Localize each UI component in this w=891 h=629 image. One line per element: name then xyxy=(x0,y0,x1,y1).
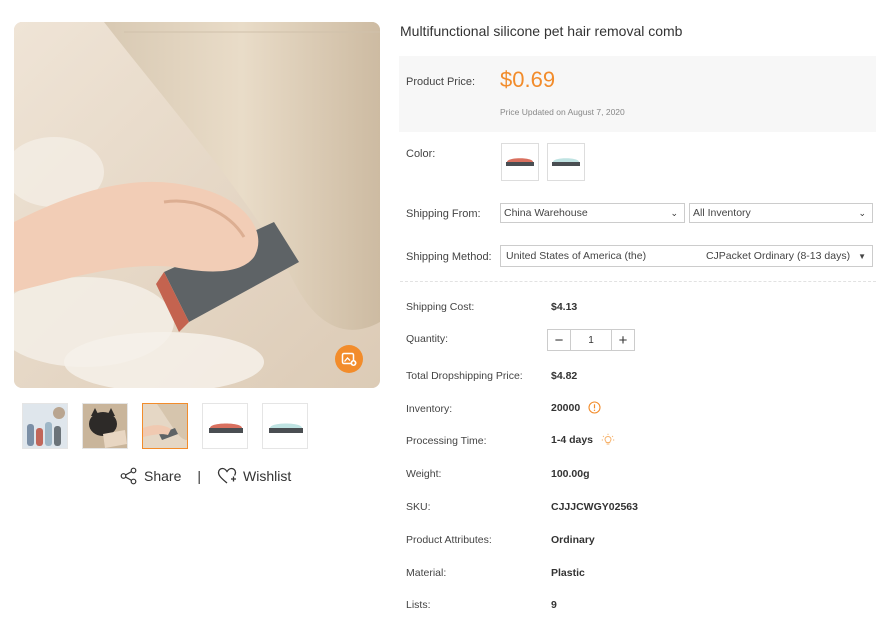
inventory-row: 20000 xyxy=(551,401,601,414)
shipping-from-value: China Warehouse xyxy=(504,207,588,219)
shipping-from-select[interactable]: China Warehouse ⌄ xyxy=(500,203,685,223)
lists-label: Lists: xyxy=(406,599,431,611)
product-attributes-value: Ordinary xyxy=(551,534,595,546)
color-swatch-image xyxy=(552,158,580,166)
material-value: Plastic xyxy=(551,567,585,579)
thumbnail-5[interactable] xyxy=(262,403,308,449)
processing-time-row: 1-4 days xyxy=(551,433,615,447)
share-wishlist-row: Share | Wishlist xyxy=(120,466,291,486)
thumbnail-image xyxy=(23,404,67,448)
thumbnail-image xyxy=(203,404,247,448)
total-price-label: Total Dropshipping Price: xyxy=(406,370,523,382)
caret-down-icon: ▼ xyxy=(858,251,866,261)
color-label: Color: xyxy=(406,148,436,160)
share-label: Share xyxy=(144,468,182,484)
divider xyxy=(400,281,876,282)
product-attributes-label: Product Attributes: xyxy=(406,534,492,546)
color-swatch-image xyxy=(506,158,534,166)
quantity-increase-button[interactable]: + xyxy=(612,330,634,350)
processing-time-label: Processing Time: xyxy=(406,435,487,447)
wishlist-button[interactable]: Wishlist xyxy=(217,467,291,485)
shipping-cost-label: Shipping Cost: xyxy=(406,301,475,313)
color-swatch-red[interactable] xyxy=(501,143,539,181)
inventory-select[interactable]: All Inventory ⌄ xyxy=(689,203,873,223)
inventory-select-value: All Inventory xyxy=(693,207,751,219)
share-button[interactable]: Share xyxy=(120,467,181,485)
thumbnail-4[interactable] xyxy=(202,403,248,449)
inventory-label: Inventory: xyxy=(406,403,453,415)
thumbnail-1[interactable] xyxy=(22,403,68,449)
sku-value: CJJJCWGY02563 xyxy=(551,501,638,513)
main-product-image[interactable] xyxy=(14,22,380,388)
material-label: Material: xyxy=(406,567,447,579)
processing-time-value: 1-4 days xyxy=(551,434,594,446)
color-swatch-blue[interactable] xyxy=(547,143,585,181)
quantity-label: Quantity: xyxy=(406,333,449,345)
shipping-method-label: Shipping Method: xyxy=(406,251,492,263)
info-circle-icon[interactable] xyxy=(588,401,601,414)
wishlist-label: Wishlist xyxy=(243,468,292,484)
zoom-image-icon xyxy=(341,352,357,366)
chevron-down-icon: ⌄ xyxy=(670,207,678,218)
quantity-stepper: − 1 + xyxy=(547,329,635,351)
zoom-image-button[interactable] xyxy=(335,345,363,373)
inventory-value: 20000 xyxy=(551,401,581,414)
thumbnail-2[interactable] xyxy=(82,403,128,449)
lists-value: 9 xyxy=(551,599,557,611)
weight-value: 100.00g xyxy=(551,468,590,480)
product-title: Multifunctional silicone pet hair remova… xyxy=(400,23,683,39)
shipping-country: United States of America (the) xyxy=(506,250,647,262)
product-photo xyxy=(14,22,380,388)
product-price: $0.69 xyxy=(500,67,556,92)
chevron-down-icon: ⌄ xyxy=(858,207,866,218)
shipping-cost-value: $4.13 xyxy=(551,301,578,313)
shipping-method-select[interactable]: United States of America (the) CJPacket … xyxy=(500,245,873,267)
total-price-value: $4.82 xyxy=(551,370,578,382)
sku-label: SKU: xyxy=(406,501,431,513)
thumbnail-image xyxy=(83,404,127,448)
thumbnail-image xyxy=(143,404,187,448)
share-icon xyxy=(120,467,137,485)
price-updated-text: Price Updated on August 7, 2020 xyxy=(500,107,625,117)
thumbnail-image xyxy=(263,404,307,448)
weight-label: Weight: xyxy=(406,468,442,480)
price-label: Product Price: xyxy=(406,76,476,88)
price-box xyxy=(399,56,876,132)
separator: | xyxy=(197,468,201,484)
quantity-input[interactable]: 1 xyxy=(570,330,612,350)
thumbnail-3[interactable] xyxy=(142,403,188,449)
shipping-from-label: Shipping From: xyxy=(406,208,481,220)
lightbulb-icon[interactable] xyxy=(601,433,615,447)
shipping-method-value: CJPacket Ordinary (8-13 days) xyxy=(705,250,851,262)
heart-plus-icon xyxy=(217,467,237,484)
quantity-decrease-button[interactable]: − xyxy=(548,330,570,350)
